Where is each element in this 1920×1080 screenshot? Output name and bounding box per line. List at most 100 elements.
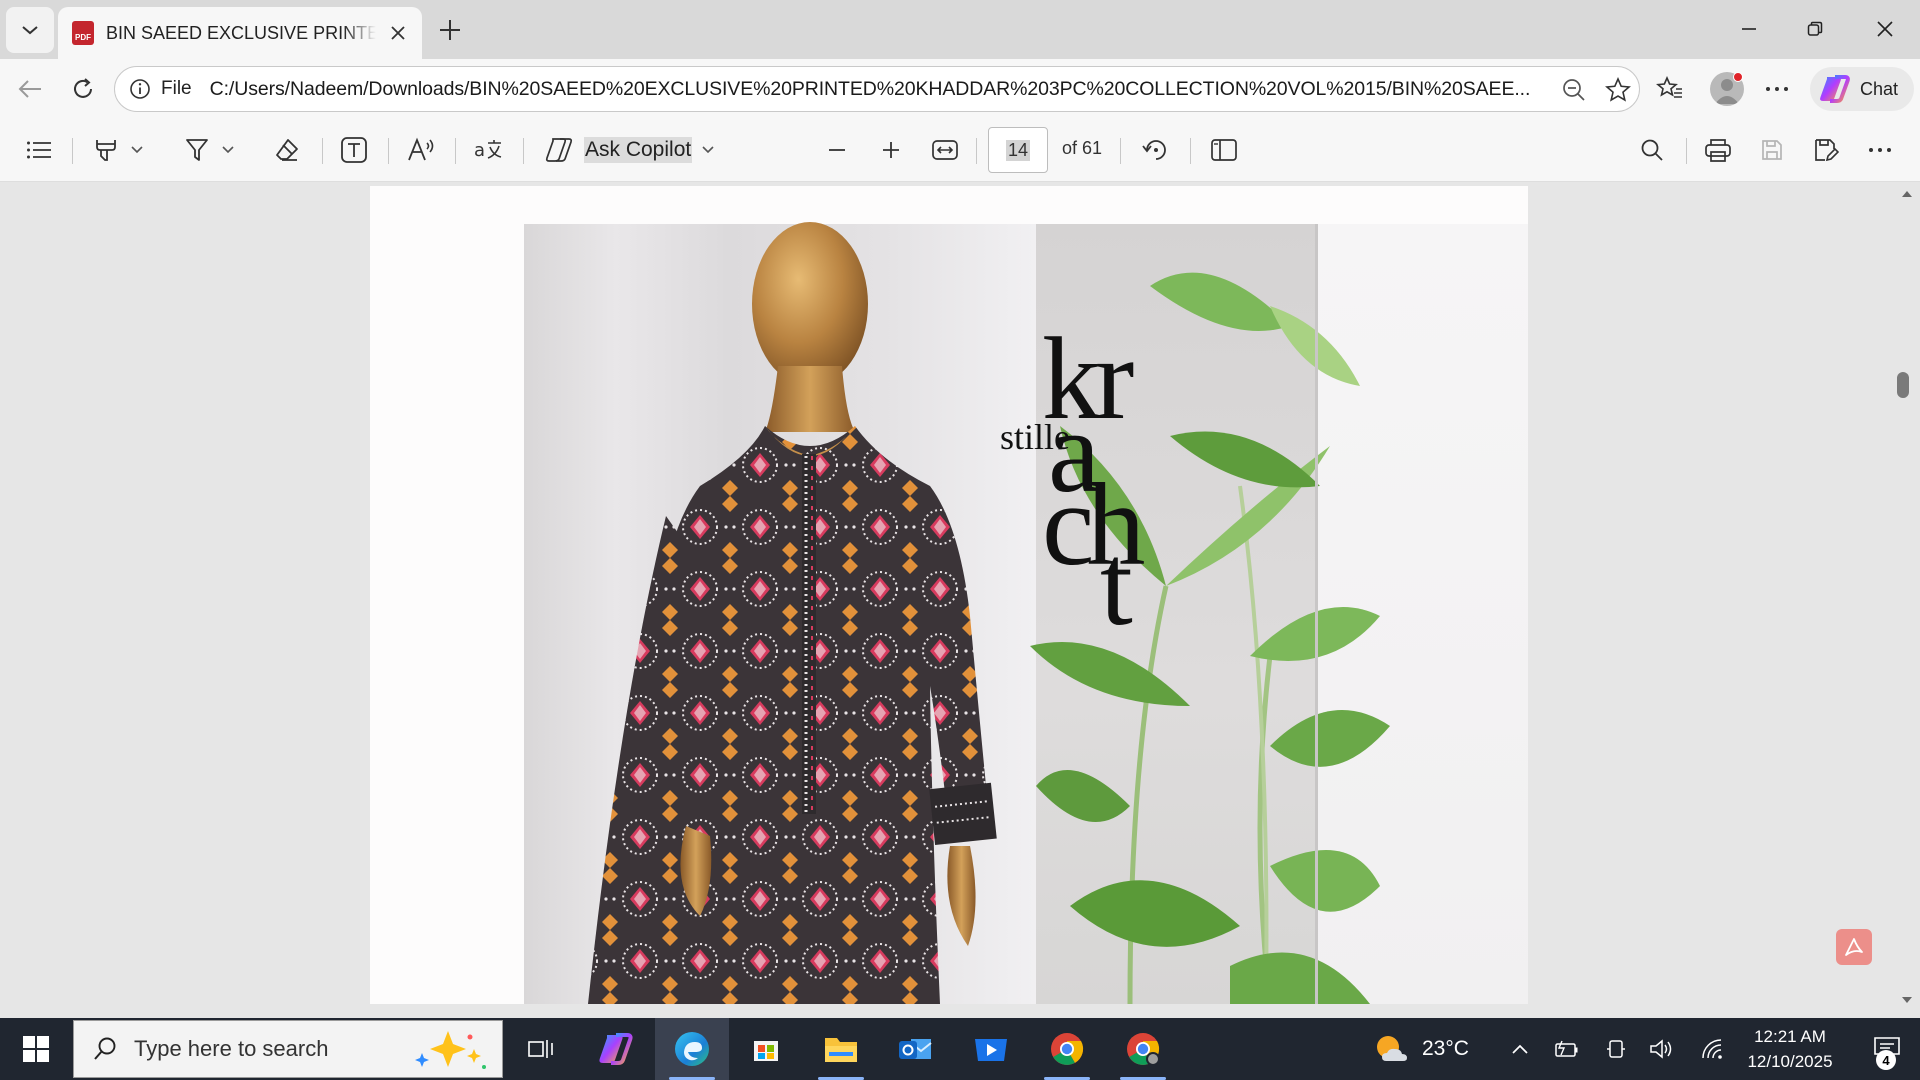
tab-close-button[interactable]: [386, 21, 410, 45]
refresh-button[interactable]: [63, 69, 103, 109]
translate-button[interactable]: a: [470, 133, 506, 167]
taskbar-search[interactable]: Type here to search: [73, 1020, 503, 1078]
clock-date: 12/10/2025: [1747, 1052, 1833, 1071]
scheme-label: File: [161, 78, 192, 99]
weather-temperature: 23°C: [1422, 1037, 1469, 1060]
tab-actions-button[interactable]: [6, 7, 54, 53]
brand-wordmark: stille kr a ch t: [1000, 313, 1152, 650]
chevron-down-icon: [702, 146, 714, 154]
toolbar-separator: [388, 138, 389, 164]
eraser-icon: [276, 139, 298, 161]
minimize-button[interactable]: [1720, 6, 1778, 52]
taskbar-edge[interactable]: [655, 1018, 729, 1080]
windows-icon: [23, 1036, 49, 1062]
pdf-viewer[interactable]: stille kr a ch t: [0, 182, 1920, 1018]
scroll-down-icon[interactable]: [1901, 996, 1913, 1004]
taskbar-outlook[interactable]: [878, 1018, 952, 1080]
network-indicator[interactable]: [1692, 1018, 1732, 1080]
taskbar-file-explorer[interactable]: [804, 1018, 878, 1080]
vertical-scrollbar[interactable]: [1892, 182, 1920, 1018]
battery-charging-icon: [1555, 1040, 1578, 1057]
taskbar-store[interactable]: [729, 1018, 803, 1080]
total-pages: of 61: [1062, 138, 1103, 158]
chevron-down-icon: [222, 146, 234, 154]
taskbar-chrome-profile[interactable]: [1106, 1018, 1180, 1080]
taskbar-copilot[interactable]: [578, 1018, 652, 1080]
search-placeholder: Type here to search: [134, 1036, 329, 1061]
favorites-button[interactable]: [1650, 69, 1690, 109]
scrollbar-thumb[interactable]: [1897, 372, 1909, 398]
svg-text:a: a: [474, 140, 485, 161]
arrow-left-icon: [18, 80, 41, 98]
acrobat-icon: [1845, 938, 1863, 956]
back-button[interactable]: [10, 69, 50, 109]
pdf-toolbar: a Ask Copilot 14 of 61: [0, 119, 1920, 182]
info-icon[interactable]: [129, 78, 151, 100]
chrome-icon: [1127, 1033, 1160, 1066]
chrome-icon: [1051, 1033, 1084, 1065]
add-text-button[interactable]: [336, 133, 372, 167]
chevron-up-icon: [1512, 1044, 1528, 1054]
battery-indicator[interactable]: [1546, 1018, 1586, 1080]
wifi-icon: [1702, 1039, 1722, 1059]
favorite-button[interactable]: [1605, 77, 1631, 103]
show-hidden-icons-button[interactable]: [1500, 1018, 1540, 1080]
read-aloud-button[interactable]: [404, 133, 440, 167]
close-window-button[interactable]: [1856, 6, 1914, 52]
start-button[interactable]: [0, 1018, 72, 1080]
meet-now-indicator[interactable]: [1596, 1018, 1636, 1080]
taskbar-media-player[interactable]: [954, 1018, 1028, 1080]
chevron-down-icon: [131, 146, 143, 154]
rotate-button[interactable]: [1138, 133, 1174, 167]
fit-to-width-button[interactable]: [928, 133, 962, 167]
page-view-icon: [1211, 139, 1237, 161]
weather-partly-cloudy-icon: [1377, 1036, 1407, 1061]
chat-label: Chat: [1860, 78, 1899, 99]
current-page: 14: [1005, 139, 1031, 161]
pdf-more-options-button[interactable]: [1862, 133, 1898, 167]
settings-more-button[interactable]: [1757, 69, 1797, 109]
save-as-button[interactable]: [1808, 133, 1844, 167]
draw-button[interactable]: [178, 133, 240, 167]
table-of-contents-button[interactable]: [22, 133, 56, 167]
toolbar-separator: [1120, 138, 1121, 164]
save-button[interactable]: [1754, 133, 1790, 167]
search-icon: [1641, 139, 1663, 161]
acrobat-button[interactable]: [1836, 929, 1872, 965]
zoom-in-button[interactable]: [876, 133, 906, 167]
highlight-button[interactable]: [88, 133, 148, 167]
ask-copilot-button[interactable]: Ask Copilot: [544, 133, 720, 167]
close-icon: [391, 26, 405, 40]
erase-button[interactable]: [270, 133, 304, 167]
profile-alert-dot: [1733, 72, 1743, 82]
media-player-icon: [975, 1039, 1007, 1061]
browser-tab-active[interactable]: PDF BIN SAEED EXCLUSIVE PRINTED KHADDAR …: [58, 7, 422, 59]
toolbar-separator: [1190, 138, 1191, 164]
restore-icon: [1807, 21, 1823, 36]
device-icon: [1607, 1040, 1625, 1058]
fit-width-icon: [932, 140, 958, 160]
copilot-chat-button[interactable]: Chat: [1810, 67, 1914, 111]
taskbar-chrome[interactable]: [1030, 1018, 1104, 1080]
page-number-input[interactable]: 14: [988, 127, 1048, 173]
system-clock[interactable]: 12:21 AM 12/10/2025: [1730, 1024, 1850, 1074]
edge-icon: [675, 1032, 709, 1066]
print-button[interactable]: [1700, 133, 1736, 167]
volume-indicator[interactable]: [1642, 1018, 1682, 1080]
weather-widget[interactable]: 23°C: [1372, 1018, 1469, 1080]
address-bar[interactable]: File C:/Users/Nadeem/Downloads/BIN%20SAE…: [114, 66, 1640, 112]
new-tab-button[interactable]: [432, 12, 468, 48]
restore-button[interactable]: [1786, 6, 1844, 52]
store-icon: [754, 1041, 778, 1061]
zoom-out-button[interactable]: [822, 133, 852, 167]
page-view-button[interactable]: [1206, 133, 1242, 167]
scroll-up-icon[interactable]: [1901, 190, 1913, 198]
notification-center-button[interactable]: [1858, 1018, 1916, 1080]
find-button[interactable]: [1634, 133, 1670, 167]
search-icon: [94, 1037, 116, 1060]
url-text[interactable]: C:/Users/Nadeem/Downloads/BIN%20SAEED%20…: [210, 78, 1550, 101]
zoom-button[interactable]: [1561, 77, 1587, 103]
print-icon: [1705, 139, 1731, 162]
task-view-button[interactable]: [504, 1018, 578, 1080]
ellipsis-icon: [1869, 148, 1891, 152]
